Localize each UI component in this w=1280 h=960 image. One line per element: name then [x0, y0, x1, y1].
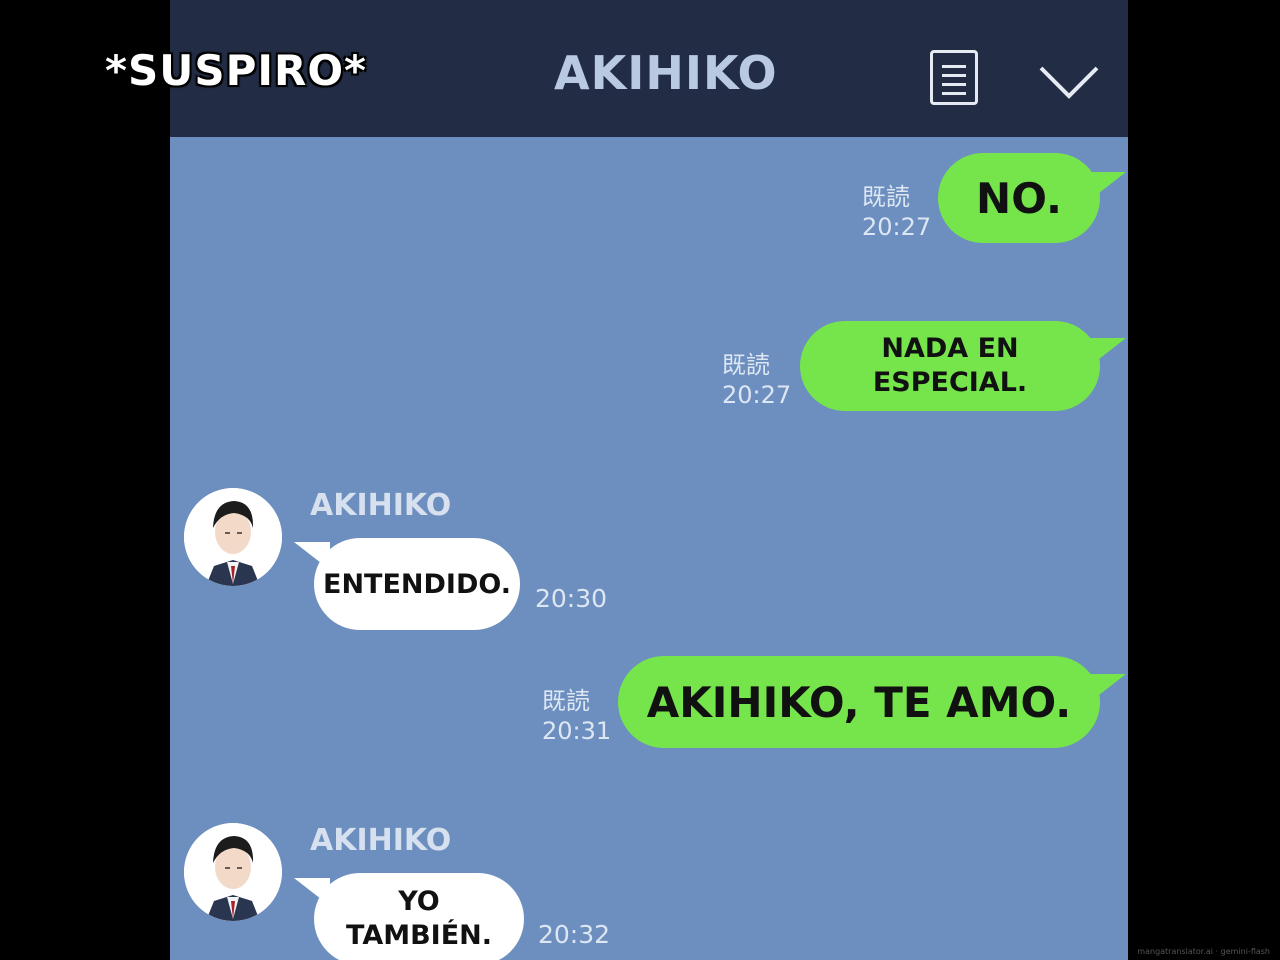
sent-message-bubble[interactable]: NADA EN ESPECIAL.	[800, 321, 1100, 411]
sender-name: AKIHIKO	[310, 823, 452, 858]
message-text: NADA EN ESPECIAL.	[872, 333, 1028, 398]
bubble-tail	[1088, 338, 1126, 366]
message-time: 20:31	[542, 717, 612, 745]
avatar[interactable]	[184, 488, 282, 586]
bubble-tail	[1088, 674, 1126, 702]
bubble-tail	[1088, 172, 1126, 200]
message-time: 20:32	[538, 920, 611, 949]
avatar[interactable]	[184, 823, 282, 921]
watermark: mangatranslator.ai · gemini-flash	[1137, 947, 1270, 956]
read-receipt: 既読	[862, 183, 910, 211]
chat-title: AKIHIKO	[554, 46, 778, 100]
received-message-bubble[interactable]: ENTENDIDO.	[314, 538, 520, 630]
list-icon[interactable]	[930, 50, 978, 105]
message-text: YO TAMBIÉN.	[346, 886, 493, 951]
message-text: NO.	[976, 173, 1062, 223]
read-receipt: 既読	[722, 351, 770, 379]
message-meta: 既読 20:27	[862, 182, 931, 242]
message-time: 20:27	[722, 381, 792, 409]
message-meta: 既読 20:31	[542, 686, 611, 746]
sender-name: AKIHIKO	[310, 488, 452, 523]
message-meta: 既読 20:27	[722, 350, 791, 410]
read-receipt: 既読	[542, 687, 590, 715]
sent-message-bubble[interactable]: NO.	[938, 153, 1100, 243]
received-message-bubble[interactable]: YO TAMBIÉN.	[314, 873, 524, 960]
chat-screen: AKIHIKO 既読 20:27 NO. 既読 20:27 NADA EN ES…	[170, 0, 1128, 960]
sigh-caption: *SUSPIRO*	[105, 46, 367, 95]
message-text: AKIHIKO, TE AMO.	[646, 677, 1072, 727]
message-time: 20:30	[535, 584, 608, 613]
message-time: 20:27	[862, 213, 932, 241]
chevron-down-icon[interactable]	[1038, 62, 1100, 102]
sent-message-bubble[interactable]: AKIHIKO, TE AMO.	[618, 656, 1100, 748]
message-text: ENTENDIDO.	[323, 568, 511, 600]
